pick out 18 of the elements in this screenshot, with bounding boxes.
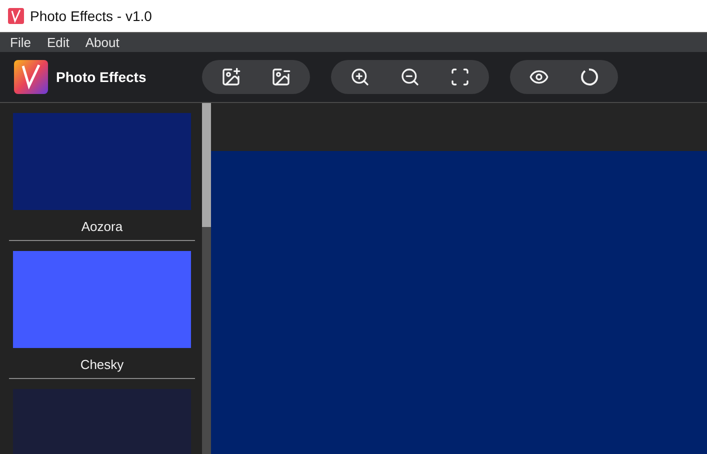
image-remove-icon: [271, 67, 291, 87]
app-name: Photo Effects: [56, 69, 146, 85]
filter-name: Chesky: [80, 356, 124, 374]
app-icon: [8, 8, 24, 24]
app-logo: [14, 60, 48, 94]
filter-name: Aozora: [81, 218, 123, 236]
scrollbar[interactable]: [202, 103, 211, 454]
image-add-icon: [221, 67, 241, 87]
scrollbar-thumb[interactable]: [202, 103, 211, 227]
zoom-in-icon: [350, 67, 370, 87]
filter-thumbnail[interactable]: [13, 251, 191, 348]
menu-item[interactable]: About: [77, 35, 128, 50]
filter-thumbnail[interactable]: [13, 113, 191, 210]
window-title: Photo Effects - v1.0: [30, 8, 152, 24]
zoom-out-icon: [400, 67, 420, 87]
menu-item[interactable]: Edit: [38, 35, 78, 50]
corners-icon: [450, 67, 470, 87]
menu-item[interactable]: File: [2, 35, 39, 50]
